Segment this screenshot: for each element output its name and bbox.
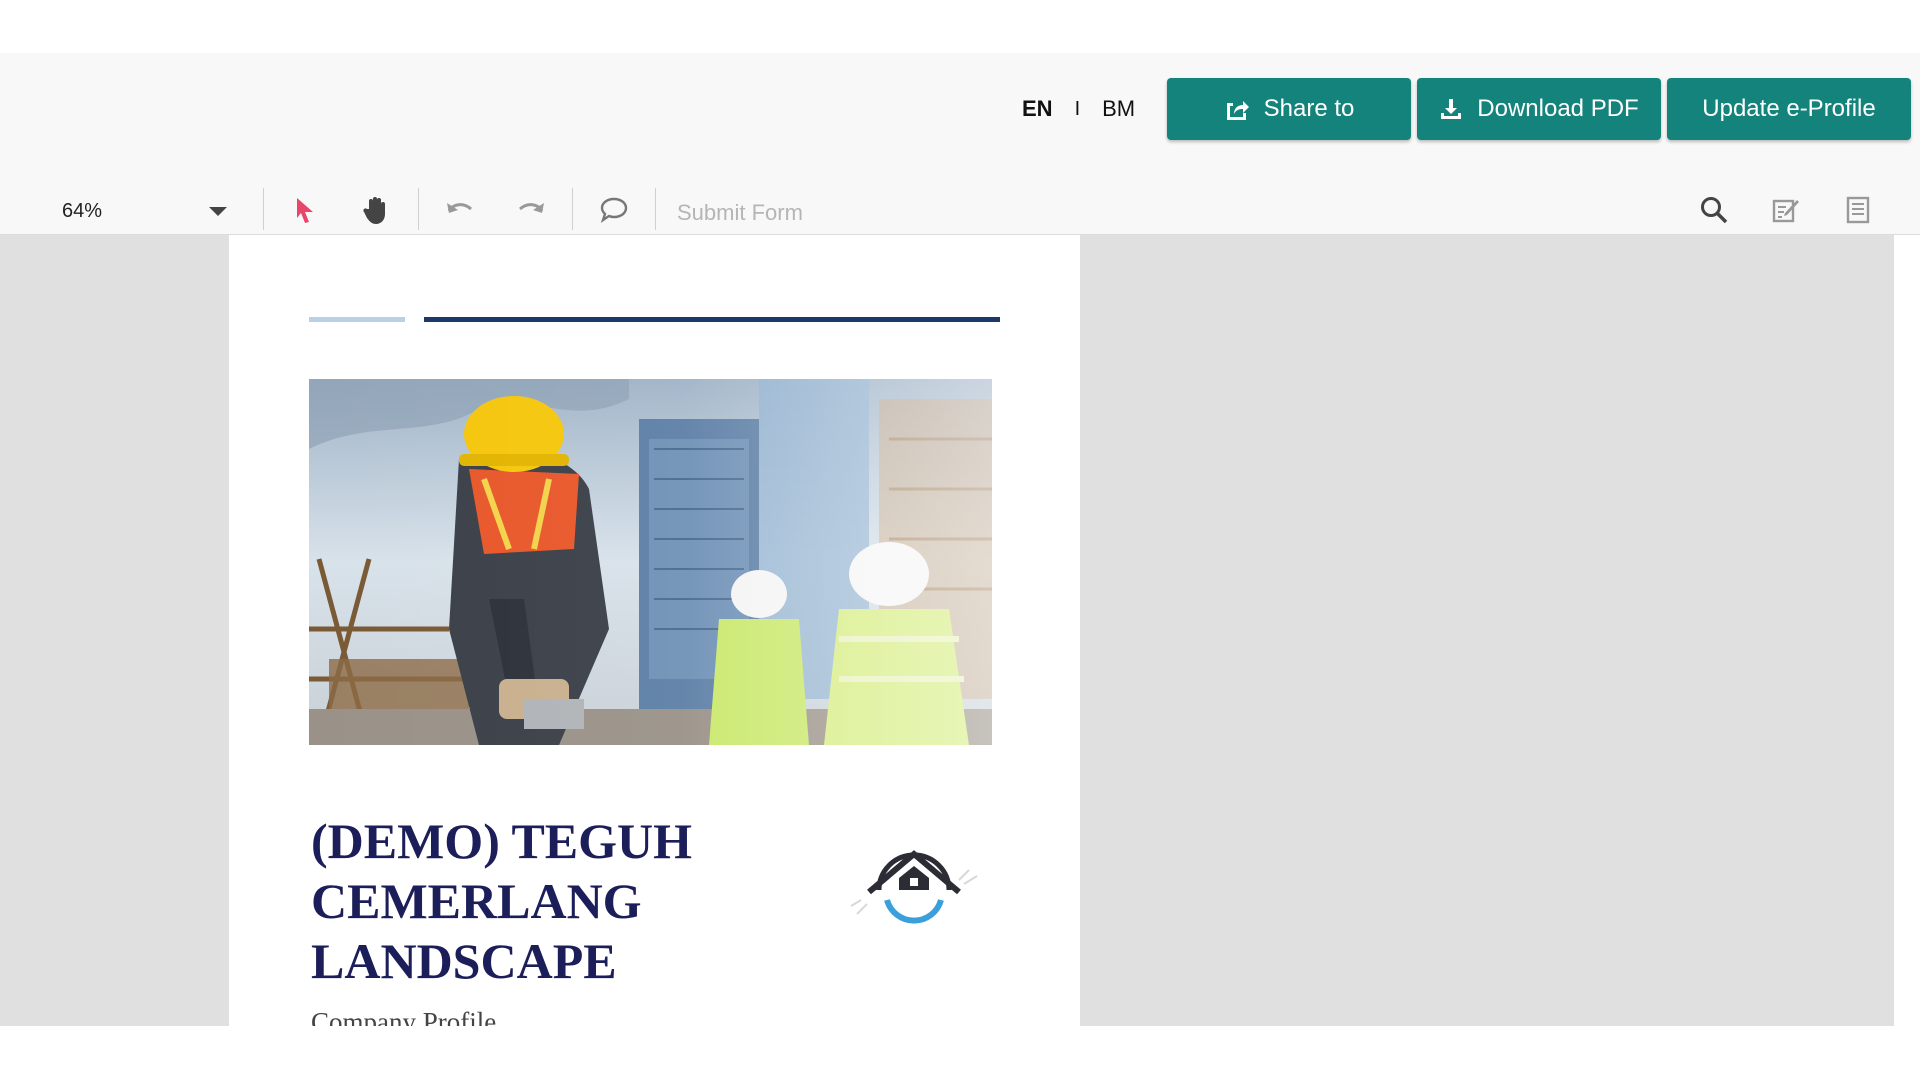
language-switcher: EN I BM: [1022, 96, 1135, 122]
undo-icon[interactable]: [442, 192, 478, 228]
pdf-page: (DEMO) TEGUH CEMERLANG LANDSCAPE Company…: [229, 235, 1080, 1026]
pdf-toolbar: 64% Submit Form: [0, 180, 1920, 235]
hand-pan-icon[interactable]: [358, 192, 394, 228]
toolbar-divider: [418, 188, 419, 230]
update-eprofile-button[interactable]: Update e-Profile: [1667, 78, 1911, 140]
company-title: (DEMO) TEGUH CEMERLANG LANDSCAPE: [311, 813, 693, 989]
zoom-level[interactable]: 64%: [62, 200, 102, 223]
lang-separator: I: [1074, 97, 1081, 120]
search-icon[interactable]: [1696, 192, 1732, 228]
company-subtitle: Company Profile: [311, 1007, 497, 1026]
redo-icon[interactable]: [513, 192, 549, 228]
toolbar-divider: [263, 188, 264, 230]
chevron-down-icon[interactable]: [209, 207, 227, 216]
download-icon: [1441, 99, 1462, 119]
share-button[interactable]: Share to: [1167, 78, 1411, 140]
share-label: Share to: [1263, 95, 1355, 122]
comment-icon[interactable]: [596, 192, 632, 228]
accent-bar-light: [309, 317, 405, 322]
download-pdf-button[interactable]: Download PDF: [1417, 78, 1661, 140]
submit-form-button[interactable]: Submit Form: [677, 200, 803, 226]
bottom-margin: [0, 1026, 1920, 1080]
lang-en[interactable]: EN: [1022, 96, 1053, 122]
select-pointer-icon[interactable]: [287, 192, 323, 228]
top-margin: [0, 0, 1920, 53]
construction-photo: [309, 379, 992, 745]
lang-bm[interactable]: BM: [1102, 96, 1135, 122]
page-view-icon[interactable]: [1840, 192, 1876, 228]
company-logo: [839, 820, 989, 940]
edit-form-icon[interactable]: [1768, 192, 1804, 228]
document-viewer[interactable]: (DEMO) TEGUH CEMERLANG LANDSCAPE Company…: [0, 235, 1894, 1026]
update-label: Update e-Profile: [1702, 95, 1876, 122]
share-icon: [1226, 101, 1249, 120]
toolbar-divider: [655, 188, 656, 230]
viewer-scrollbar-track[interactable]: [1894, 235, 1920, 1026]
accent-bar-dark: [424, 317, 1000, 322]
toolbar-divider: [572, 188, 573, 230]
download-label: Download PDF: [1477, 95, 1639, 122]
